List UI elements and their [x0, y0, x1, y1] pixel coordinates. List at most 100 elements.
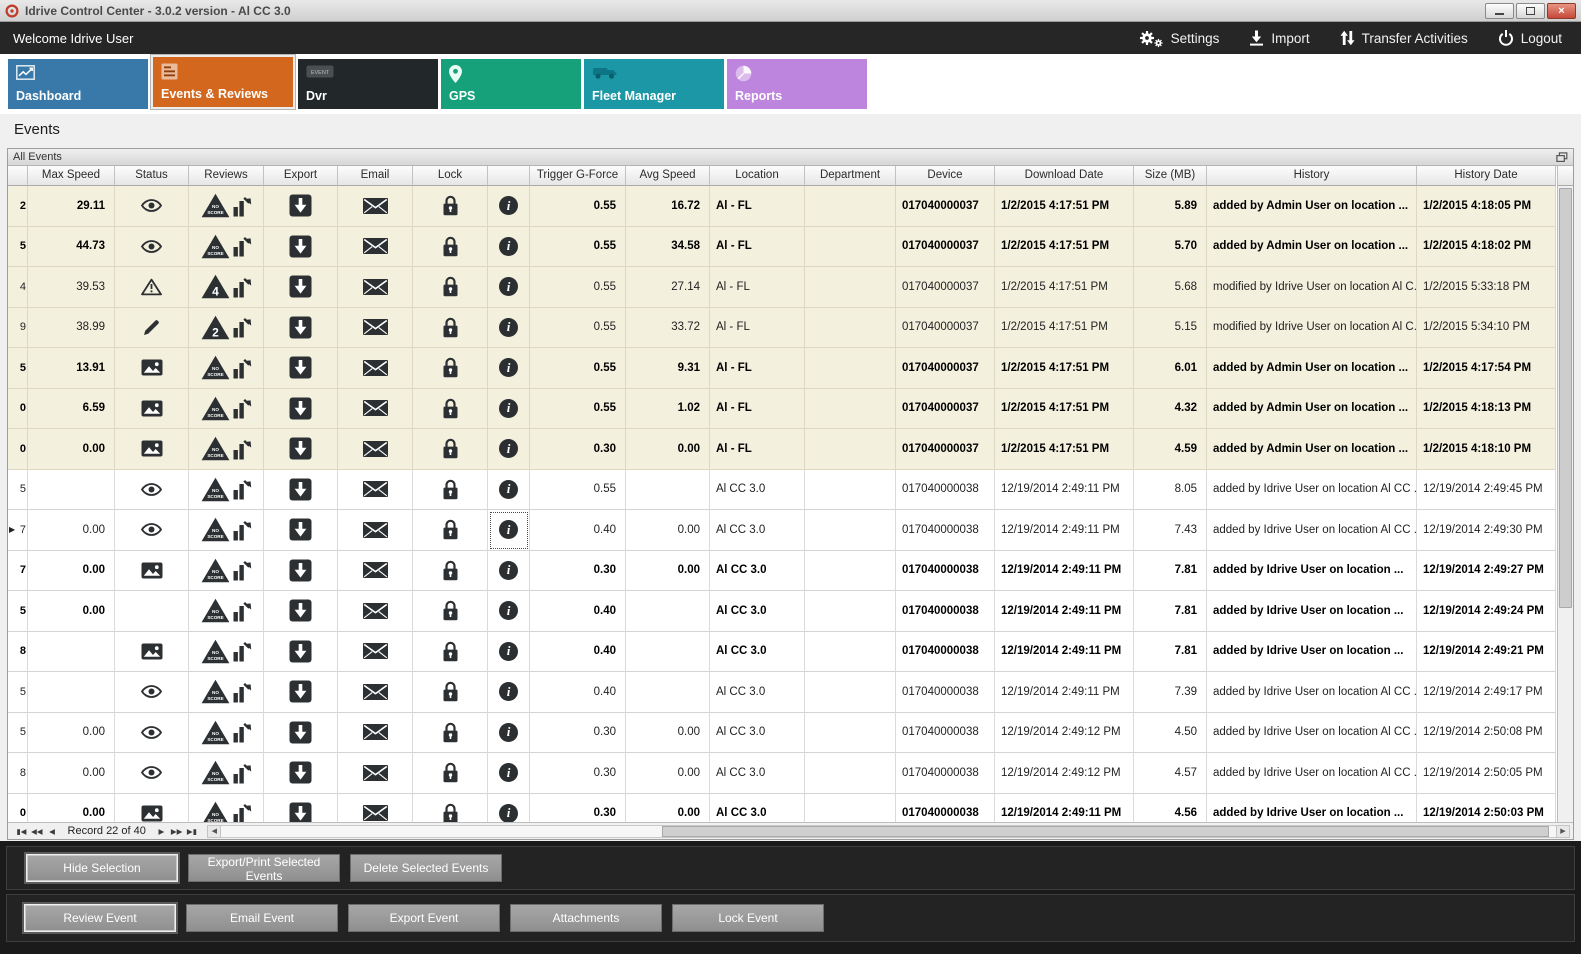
tab-dashboard[interactable]: Dashboard: [8, 59, 148, 109]
tab-gps[interactable]: GPS: [441, 59, 581, 109]
event-row[interactable]: 544.73NOSCOREi0.5534.58Al - FL0170400000…: [8, 227, 1557, 268]
tab-fleet-manager[interactable]: Fleet Manager: [584, 59, 724, 109]
column-header-reviews[interactable]: Reviews: [189, 166, 264, 186]
event-row[interactable]: 80.00NOSCOREi0.300.00Al CC 3.00170400000…: [8, 753, 1557, 794]
attachments-button[interactable]: Attachments: [510, 904, 662, 932]
horizontal-scrollbar-thumb[interactable]: [662, 826, 1550, 837]
review-chart-icon[interactable]: [233, 357, 252, 379]
email-icon[interactable]: [363, 198, 388, 214]
event-row[interactable]: 70.00NOSCOREi0.300.00Al CC 3.00170400000…: [8, 551, 1557, 592]
column-header-history[interactable]: History: [1207, 166, 1417, 186]
export-icon[interactable]: [289, 316, 312, 339]
lock-icon[interactable]: [442, 519, 459, 540]
horizontal-scrollbar[interactable]: ◀ ▶: [207, 825, 1570, 838]
email-icon[interactable]: [363, 522, 388, 538]
column-header-location[interactable]: Location: [710, 166, 805, 186]
event-row[interactable]: 229.11NOSCOREi0.5516.72Al - FL0170400000…: [8, 186, 1557, 227]
info-icon[interactable]: i: [499, 642, 518, 661]
menu-action-settings[interactable]: Settings: [1137, 28, 1220, 49]
info-icon[interactable]: i: [499, 723, 518, 742]
review-score-icon[interactable]: NOSCORE: [201, 234, 230, 259]
export-icon[interactable]: [289, 275, 312, 298]
review-score-icon[interactable]: NOSCORE: [201, 679, 230, 704]
column-header-lock[interactable]: Lock: [413, 166, 488, 186]
lock-icon[interactable]: [442, 722, 459, 743]
export-icon[interactable]: [289, 721, 312, 744]
lock-icon[interactable]: [442, 803, 459, 822]
lock-icon[interactable]: [442, 317, 459, 338]
review-score-icon[interactable]: NOSCORE: [201, 355, 230, 380]
event-row[interactable]: 513.91NOSCOREi0.559.31Al - FL01704000003…: [8, 348, 1557, 389]
email-icon[interactable]: [363, 319, 388, 335]
email-icon[interactable]: [363, 360, 388, 376]
column-header-status[interactable]: Status: [115, 166, 189, 186]
review-score-icon[interactable]: 4: [201, 274, 230, 299]
info-icon[interactable]: i: [499, 237, 518, 256]
event-row[interactable]: 439.534i0.5527.14Al - FL0170400000371/2/…: [8, 267, 1557, 308]
export-icon[interactable]: [289, 802, 312, 822]
event-row[interactable]: 5NOSCOREi0.55Al CC 3.001704000003812/19/…: [8, 470, 1557, 511]
review-score-icon[interactable]: NOSCORE: [201, 517, 230, 542]
lock-icon[interactable]: [442, 398, 459, 419]
review-score-icon[interactable]: 2: [201, 315, 230, 340]
review-chart-icon[interactable]: [233, 316, 252, 338]
column-header-size-mb[interactable]: Size (MB): [1134, 166, 1207, 186]
export-icon[interactable]: [289, 680, 312, 703]
maximize-icon[interactable]: [1516, 3, 1545, 19]
column-header-department[interactable]: Department: [805, 166, 896, 186]
last-record-button[interactable]: ▶▮: [184, 825, 199, 838]
first-record-button[interactable]: ▮◀: [14, 825, 29, 838]
review-chart-icon[interactable]: [233, 276, 252, 298]
lock-icon[interactable]: [442, 195, 459, 216]
info-icon[interactable]: i: [499, 682, 518, 701]
email-icon[interactable]: [363, 603, 388, 619]
email-icon[interactable]: [363, 238, 388, 254]
review-score-icon[interactable]: NOSCORE: [201, 396, 230, 421]
tab-events-reviews[interactable]: Events & Reviews: [151, 55, 295, 109]
info-icon[interactable]: i: [499, 480, 518, 499]
hide-selection-button[interactable]: Hide Selection: [26, 854, 178, 882]
event-row[interactable]: 00.00NOSCOREi0.300.00Al - FL017040000037…: [8, 429, 1557, 470]
column-header-download-date[interactable]: Download Date: [995, 166, 1134, 186]
email-icon[interactable]: [363, 765, 388, 781]
review-score-icon[interactable]: NOSCORE: [201, 558, 230, 583]
review-score-icon[interactable]: NOSCORE: [201, 639, 230, 664]
review-score-icon[interactable]: NOSCORE: [201, 598, 230, 623]
event-row[interactable]: ▶70.00NOSCOREi0.400.00Al CC 3.0017040000…: [8, 510, 1557, 551]
review-chart-icon[interactable]: [233, 640, 252, 662]
info-icon[interactable]: i: [499, 804, 518, 822]
export-icon[interactable]: [289, 478, 312, 501]
review-score-icon[interactable]: NOSCORE: [201, 760, 230, 785]
lock-icon[interactable]: [442, 600, 459, 621]
close-icon[interactable]: ×: [1547, 3, 1576, 19]
export-print-selected-events-button[interactable]: Export/Print Selected Events: [188, 854, 340, 882]
review-chart-icon[interactable]: [233, 600, 252, 622]
event-row[interactable]: 938.992i0.5533.72Al - FL0170400000371/2/…: [8, 308, 1557, 349]
tab-dvr[interactable]: EVENTDvr: [298, 59, 438, 109]
email-icon[interactable]: [363, 279, 388, 295]
review-chart-icon[interactable]: [233, 721, 252, 743]
export-icon[interactable]: [289, 397, 312, 420]
email-icon[interactable]: [363, 643, 388, 659]
export-icon[interactable]: [289, 559, 312, 582]
export-event-button[interactable]: Export Event: [348, 904, 500, 932]
event-row[interactable]: 50.00NOSCOREi0.40Al CC 3.001704000003812…: [8, 591, 1557, 632]
export-icon[interactable]: [289, 761, 312, 784]
info-icon[interactable]: i: [499, 601, 518, 620]
email-icon[interactable]: [363, 562, 388, 578]
minimize-icon[interactable]: [1485, 3, 1514, 19]
menu-action-logout[interactable]: Logout: [1498, 30, 1562, 46]
lock-icon[interactable]: [442, 236, 459, 257]
review-chart-icon[interactable]: [233, 802, 252, 822]
info-icon[interactable]: i: [499, 196, 518, 215]
export-icon[interactable]: [289, 356, 312, 379]
email-icon[interactable]: [363, 805, 388, 821]
review-score-icon[interactable]: NOSCORE: [201, 720, 230, 745]
column-header-max-speed[interactable]: Max Speed: [28, 166, 115, 186]
review-chart-icon[interactable]: [233, 235, 252, 257]
column-header-history-date[interactable]: History Date: [1417, 166, 1556, 186]
export-icon[interactable]: [289, 437, 312, 460]
event-row[interactable]: 8NOSCOREi0.40Al CC 3.001704000003812/19/…: [8, 632, 1557, 673]
column-header-trigger-g-force[interactable]: Trigger G-Force: [530, 166, 626, 186]
lock-icon[interactable]: [442, 276, 459, 297]
